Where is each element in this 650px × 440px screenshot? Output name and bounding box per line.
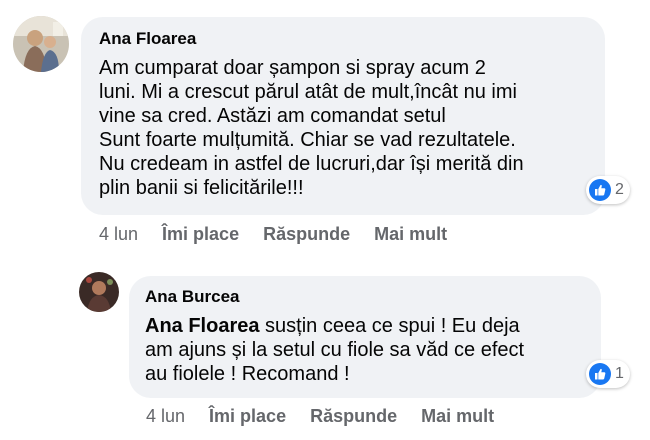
avatar[interactable]: [79, 272, 119, 312]
reply-link[interactable]: Răspunde: [263, 224, 350, 245]
reaction-badge[interactable]: 2: [586, 176, 630, 204]
comment-bubble: Ana Floarea Am cumparat doar șampon si s…: [81, 17, 605, 215]
like-link[interactable]: Îmi place: [162, 224, 239, 245]
comment-line: Sunt foarte mulțumită. Chiar se vad rezu…: [99, 129, 516, 151]
comment-actions: 4 lun Îmi place Răspunde Mai mult: [99, 224, 471, 245]
comment-line: au fiolele ! Recomand !: [145, 363, 350, 385]
more-link[interactable]: Mai mult: [374, 224, 447, 245]
reply-bubble: Ana Burcea Ana Floarea susțin ceea ce sp…: [129, 276, 601, 398]
comment-time[interactable]: 4 lun: [99, 224, 138, 245]
like-link[interactable]: Îmi place: [209, 406, 286, 427]
reaction-count: 2: [615, 181, 624, 198]
comment-line: luni. Mi a crescut părul atât de mult,în…: [99, 81, 517, 103]
comment-author[interactable]: Ana Floarea: [99, 29, 589, 49]
comment-actions: 4 lun Îmi place Răspunde Mai mult: [146, 406, 518, 427]
mention-link[interactable]: Ana Floarea: [145, 315, 259, 337]
avatar[interactable]: [13, 16, 69, 72]
reply-link[interactable]: Răspunde: [310, 406, 397, 427]
more-link[interactable]: Mai mult: [421, 406, 494, 427]
comment-line: Am cumparat doar șampon si spray acum 2: [99, 57, 486, 79]
comment-line-rest: susțin ceea ce spui ! Eu deja: [259, 315, 520, 337]
comment-line: Ana Floarea susțin ceea ce spui ! Eu dej…: [145, 314, 585, 338]
like-icon: [589, 363, 611, 385]
comment-line: vine sa cred. Astăzi am comandat setul: [99, 105, 446, 127]
comment-line: Nu credeam in astfel de lucruri,dar își …: [99, 153, 524, 175]
comment-time[interactable]: 4 lun: [146, 406, 185, 427]
comment-text: Ana Floarea susțin ceea ce spui ! Eu dej…: [145, 314, 585, 386]
comment-line: plin banii si felicitările!!!: [99, 177, 304, 199]
like-icon: [589, 179, 611, 201]
comment-text: Am cumparat doar șampon si spray acum 2 …: [99, 56, 589, 200]
reaction-count: 1: [615, 365, 624, 382]
comment-line: am ajuns și la setul cu fiole sa văd ce …: [145, 339, 525, 361]
comment-author[interactable]: Ana Burcea: [145, 287, 585, 307]
reaction-badge[interactable]: 1: [586, 360, 630, 388]
